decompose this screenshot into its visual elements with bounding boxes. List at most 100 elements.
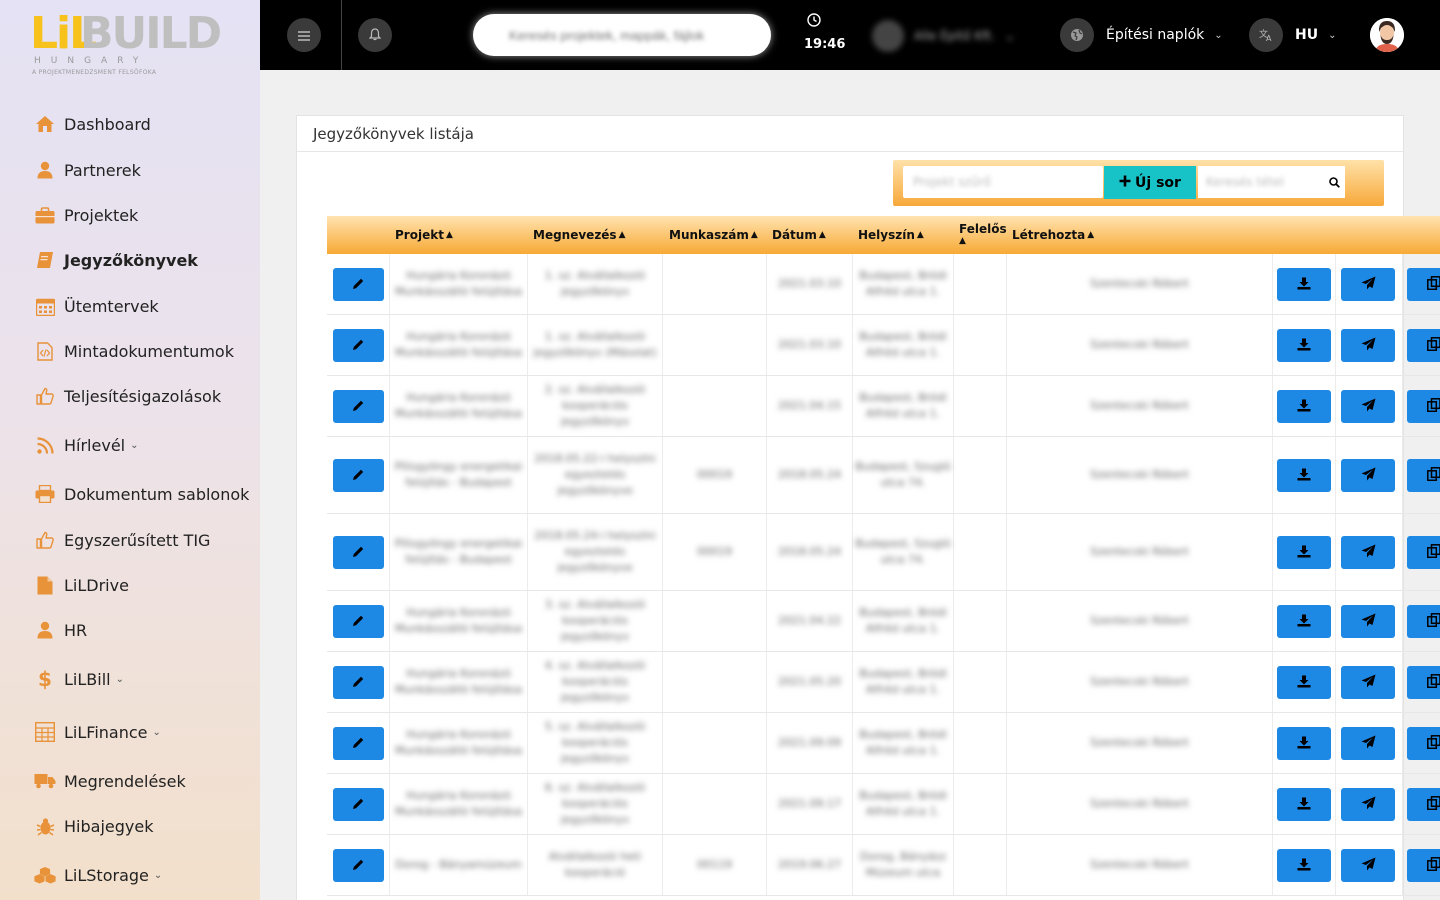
notifications-button[interactable]	[358, 18, 392, 52]
sidebar-item-lildrive[interactable]: LiLDrive	[34, 571, 129, 599]
cell-projekt: Pilisgyöngy energetikai felújítás - Buda…	[390, 514, 527, 590]
download-button[interactable]	[1277, 666, 1331, 699]
duplicate-button[interactable]	[1407, 536, 1440, 569]
cell-datum: 2021.04.15	[767, 376, 852, 436]
duplicate-button[interactable]	[1407, 390, 1440, 423]
duplicate-button[interactable]	[1407, 329, 1440, 362]
send-button[interactable]	[1341, 788, 1395, 821]
sort-asc-icon: ▲	[618, 230, 626, 240]
sidebar-item-megrendelesek[interactable]: Megrendelések	[34, 767, 186, 795]
edit-button[interactable]	[333, 605, 384, 638]
column-divider	[1272, 774, 1273, 834]
send-button[interactable]	[1341, 666, 1395, 699]
sidebar-item-jegyzokonyvek[interactable]: Jegyzőkönyvek	[34, 246, 198, 274]
duplicate-button[interactable]	[1407, 727, 1440, 760]
cell-felelos	[954, 713, 1006, 773]
sidebar-item-egyszerusitett-tig[interactable]: Egyszerűsített TIG	[34, 526, 210, 554]
cell-felelos	[954, 254, 1006, 314]
download-button[interactable]	[1277, 329, 1331, 362]
column-header-munkaszam[interactable]: Munkaszám ▲	[669, 216, 758, 254]
send-button[interactable]	[1341, 727, 1395, 760]
sidebar-item-hirlevel[interactable]: Hírlevél ⌄	[34, 431, 139, 459]
translate-icon: 文A	[1249, 18, 1283, 52]
column-header-megnevezes[interactable]: Megnevezés ▲	[533, 216, 626, 254]
app-logo[interactable]: LiL BUILD HUNGARY A PROJEKTMENEDZSMENT F…	[30, 8, 222, 78]
duplicate-button[interactable]	[1407, 788, 1440, 821]
column-divider	[1402, 514, 1403, 590]
download-button[interactable]	[1277, 727, 1331, 760]
send-button[interactable]	[1341, 390, 1395, 423]
topbar-divider	[341, 0, 342, 70]
project-filter-input[interactable]: Projekt szűrő	[903, 166, 1103, 198]
sidebar-item-hr[interactable]: HR	[34, 616, 87, 644]
send-button[interactable]	[1341, 459, 1395, 492]
download-icon	[1297, 612, 1311, 631]
column-header-datum[interactable]: Dátum ▲	[772, 216, 826, 254]
edit-button[interactable]	[333, 536, 384, 569]
global-search[interactable]	[473, 14, 771, 56]
sidebar-item-partnerek[interactable]: Partnerek	[34, 156, 141, 184]
sidebar-item-lilfinance[interactable]: LiLFinance ⌄	[34, 718, 161, 746]
language-dropdown[interactable]: 文A HU ⌄	[1249, 18, 1336, 52]
cell-helyszin: Budapest, Bródi Alfréd utca 1.	[853, 591, 953, 651]
sidebar-item-utemtervek[interactable]: Ütemtervek	[34, 292, 159, 320]
sidebar-item-dashboard[interactable]: Dashboard	[34, 110, 151, 138]
sidebar-item-hibajegyek[interactable]: Hibajegyek	[34, 812, 153, 840]
menu-toggle-button[interactable]	[287, 18, 321, 52]
download-button[interactable]	[1277, 536, 1331, 569]
send-button[interactable]	[1341, 605, 1395, 638]
column-header-letrehozta[interactable]: Létrehozta ▲	[1012, 216, 1094, 254]
cell-text: 00119	[697, 858, 732, 871]
cell-text: Hungária Koronázó Munkásszálló felújítás…	[395, 330, 522, 359]
cell-text: Pilisgyöngy energetikai felújítás - Buda…	[394, 460, 523, 489]
edit-button[interactable]	[333, 666, 384, 699]
edit-button[interactable]	[333, 329, 384, 362]
building-diaries-dropdown[interactable]: Építési naplók ⌄	[1060, 18, 1223, 52]
building-diaries-label: Építési naplók	[1106, 27, 1205, 43]
edit-button[interactable]	[333, 849, 384, 882]
cell-datum: 2019.06.27	[767, 835, 852, 895]
duplicate-button[interactable]	[1407, 605, 1440, 638]
download-icon	[1297, 543, 1311, 562]
edit-button[interactable]	[333, 390, 384, 423]
table-search-button[interactable]	[1323, 166, 1345, 198]
column-header-felelos[interactable]: Felelős ▲	[959, 216, 1007, 254]
user-avatar[interactable]	[1370, 18, 1404, 52]
cell-letrehozta: Szentecski Róbert	[1007, 514, 1272, 590]
download-button[interactable]	[1277, 788, 1331, 821]
language-code: HU	[1295, 27, 1319, 43]
download-button[interactable]	[1277, 268, 1331, 301]
sidebar-item-lilbill[interactable]: $ LiLBill ⌄	[34, 665, 124, 693]
sidebar-item-teljesitesigazolasok[interactable]: Teljesítésigazolások	[34, 382, 221, 410]
cell-datum: 2018.05.24	[767, 437, 852, 513]
duplicate-button[interactable]	[1407, 268, 1440, 301]
column-header-projekt[interactable]: Projekt ▲	[395, 216, 453, 254]
duplicate-button[interactable]	[1407, 666, 1440, 699]
hamburger-icon	[298, 26, 310, 45]
duplicate-button[interactable]	[1407, 459, 1440, 492]
edit-button[interactable]	[333, 788, 384, 821]
sidebar-item-mintadokumentumok[interactable]: Mintadokumentumok	[34, 337, 234, 365]
download-button[interactable]	[1277, 605, 1331, 638]
edit-button[interactable]	[333, 727, 384, 760]
paper-plane-icon	[1361, 275, 1376, 294]
sidebar-item-dokumentum-sablonok[interactable]: Dokumentum sablonok	[34, 480, 249, 508]
sidebar-item-projektek[interactable]: Projektek	[34, 201, 138, 229]
send-button[interactable]	[1341, 329, 1395, 362]
send-button[interactable]	[1341, 536, 1395, 569]
edit-button[interactable]	[333, 268, 384, 301]
download-button[interactable]	[1277, 390, 1331, 423]
edit-button[interactable]	[333, 459, 384, 492]
search-input[interactable]	[509, 27, 729, 43]
sidebar-item-lilstorage[interactable]: LiLStorage ⌄	[34, 861, 162, 889]
new-row-button[interactable]: Új sor	[1104, 166, 1196, 199]
column-header-helyszin[interactable]: Helyszín ▲	[858, 216, 924, 254]
company-switcher[interactable]: Alle Építő Kft. ⌄	[872, 20, 1015, 52]
cell-text: 2018.05.24	[778, 468, 841, 481]
send-button[interactable]	[1341, 268, 1395, 301]
cell-helyszin: Budapest, Bródi Alfréd utca 1.	[853, 315, 953, 375]
download-button[interactable]	[1277, 849, 1331, 882]
send-button[interactable]	[1341, 849, 1395, 882]
duplicate-button[interactable]	[1407, 849, 1440, 882]
download-button[interactable]	[1277, 459, 1331, 492]
